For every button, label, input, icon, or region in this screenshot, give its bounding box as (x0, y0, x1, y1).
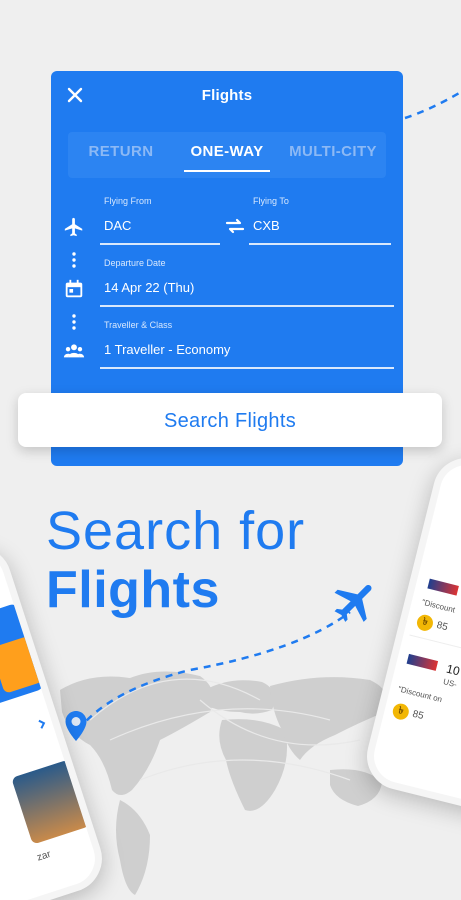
airline-code-2: US- (442, 677, 458, 690)
traveller-class-label: Traveller & Class (104, 320, 173, 330)
vertical-dots-icon (72, 252, 76, 268)
departure-underline (100, 305, 394, 307)
discount-text-2: "Discount on (397, 684, 444, 705)
app-store-promo: zar D "Discount ৳ 85 10 US- "Discount on… (0, 0, 461, 900)
flying-from-label: Flying From (104, 196, 152, 206)
departure-date-label: Departure Date (104, 258, 166, 268)
result-card-2: 10 US- "Discount on ৳ 85 (385, 645, 461, 776)
tab-return[interactable]: RETURN (68, 132, 174, 178)
tab-multi-city[interactable]: MULTI-CITY (280, 132, 386, 178)
traveller-underline (100, 367, 394, 369)
coin-icon: ৳ (391, 701, 411, 722)
headline-line-2: Flights (46, 561, 220, 619)
coin-icon: ৳ (415, 613, 435, 633)
swap-icon[interactable] (223, 214, 247, 238)
fare-2: 10 (444, 661, 461, 679)
flying-to-label: Flying To (253, 196, 289, 206)
flying-to-underline (249, 243, 391, 245)
search-flights-button[interactable]: Search Flights (18, 393, 442, 447)
departure-date-field[interactable]: 14 Apr 22 (Thu) (104, 280, 194, 295)
airline-logo-1 (427, 578, 459, 596)
flying-to-field[interactable]: CXB (253, 218, 280, 233)
destination-caption: zar (35, 848, 53, 864)
flying-from-field[interactable]: DAC (104, 218, 131, 233)
traveller-class-field[interactable]: 1 Traveller - Economy (104, 342, 230, 357)
chevron-right-icon (38, 719, 46, 729)
tab-one-way[interactable]: ONE-WAY (174, 132, 280, 178)
headline-line-1: Search for (46, 501, 306, 561)
flying-from-underline (100, 243, 220, 245)
price-2: 85 (411, 708, 425, 723)
discount-text-1: "Discount (420, 597, 456, 615)
calendar-icon (65, 279, 83, 298)
card-title: Flights (201, 87, 253, 104)
users-icon (63, 344, 85, 358)
plane-icon (64, 217, 83, 237)
price-1: 85 (435, 619, 449, 634)
airline-logo-2 (406, 653, 439, 671)
vertical-dots-icon (72, 314, 76, 330)
card-header: Flights (51, 71, 403, 121)
trip-type-tabs: RETURN ONE-WAY MULTI-CITY (68, 132, 386, 178)
